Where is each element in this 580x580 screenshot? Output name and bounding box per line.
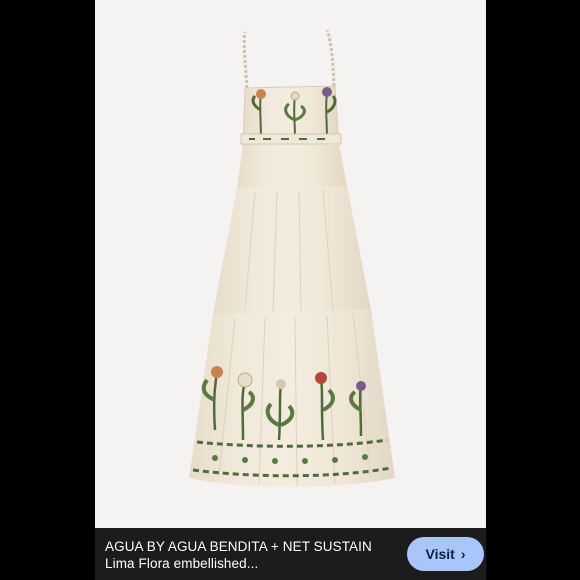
visit-button-label: Visit bbox=[425, 546, 455, 562]
visit-button[interactable]: Visit › bbox=[407, 537, 484, 571]
waist-band bbox=[240, 133, 342, 145]
product-image[interactable] bbox=[95, 0, 486, 528]
dress-illustration bbox=[189, 29, 395, 487]
dress-tier-lower bbox=[189, 310, 395, 487]
chevron-right-icon: › bbox=[460, 546, 466, 562]
lens-result-viewer: AGUA BY AGUA BENDITA + NET SUSTAIN Lima … bbox=[0, 0, 580, 580]
dress-straps bbox=[242, 29, 336, 89]
dress-smocked-waist bbox=[237, 144, 347, 188]
product-title[interactable]: AGUA BY AGUA BENDITA + NET SUSTAIN Lima … bbox=[105, 538, 395, 572]
dress-tier-upper bbox=[213, 186, 371, 314]
product-caption-bar: AGUA BY AGUA BENDITA + NET SUSTAIN Lima … bbox=[95, 528, 486, 580]
